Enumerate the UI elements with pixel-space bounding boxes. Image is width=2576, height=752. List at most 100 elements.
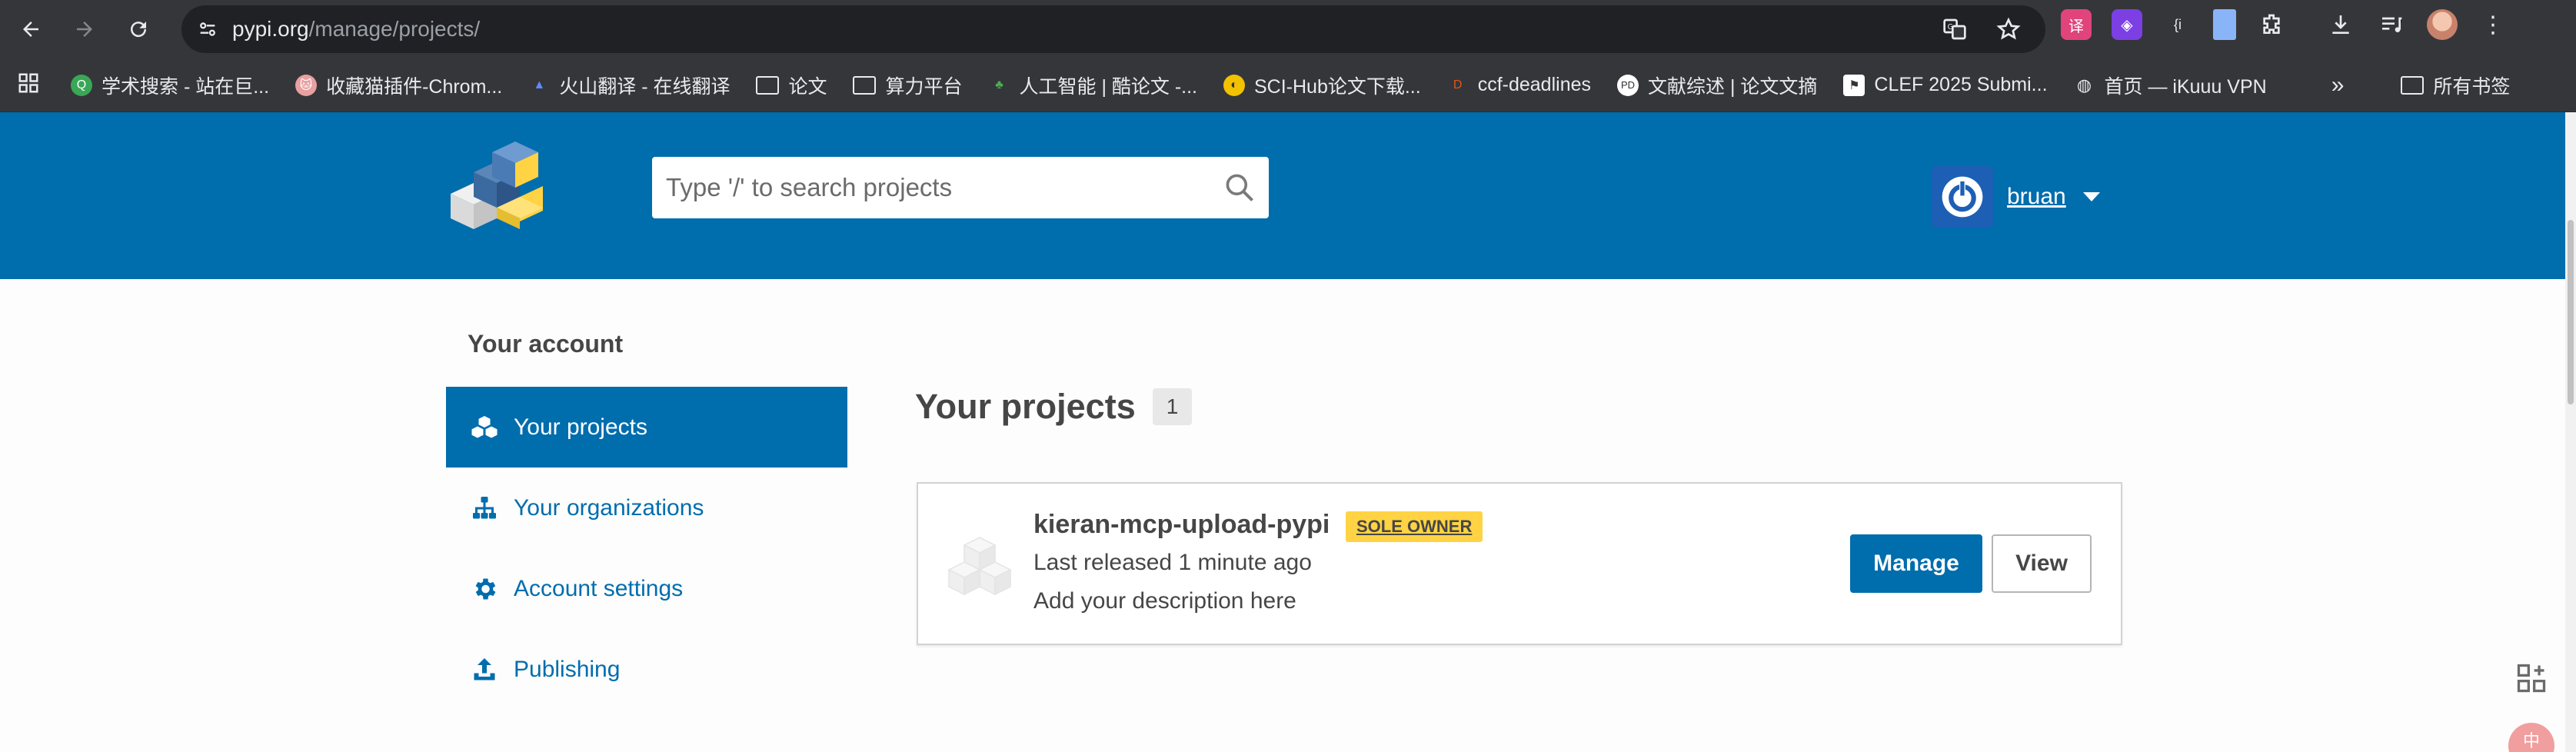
bookmark-item[interactable]: ◍ 首页 — iKuuu VPN: [2074, 72, 2267, 99]
bookmark-label: ccf-deadlines: [1477, 74, 1592, 95]
forward-button[interactable]: [65, 9, 105, 49]
bookmark-item[interactable]: ◐ SCI-Hub论文下载...: [1223, 72, 1421, 99]
apps-grid-icon[interactable]: [17, 72, 40, 98]
project-description: Add your description here: [1033, 588, 1296, 614]
search-input[interactable]: [652, 173, 1190, 202]
sidebar-title: Your account: [468, 330, 624, 358]
page-heading: Your projects 1: [915, 387, 1193, 427]
svg-text:G: G: [1948, 23, 1953, 32]
page-title: Your projects: [915, 387, 1136, 426]
gear-icon: [475, 578, 496, 599]
browser-toolbar: pypi.org/manage/projects/ G 译 ◈ {i ⋮: [0, 0, 2576, 58]
translator-extension-icon[interactable]: 译: [2061, 9, 2092, 40]
grid-add-icon[interactable]: [2514, 661, 2548, 695]
download-icon[interactable]: [2325, 9, 2356, 40]
sidebar-item-your-organizations[interactable]: Your organizations: [446, 468, 847, 548]
power-avatar-icon: [1942, 176, 1983, 218]
bookmark-item[interactable]: ⚑ CLEF 2025 Submi...: [1843, 74, 2048, 96]
address-bar[interactable]: pypi.org/manage/projects/ G: [181, 5, 2045, 53]
pd-icon: PD: [1617, 74, 1639, 96]
sidebar-item-label: Your projects: [514, 414, 647, 440]
all-bookmarks-label: 所有书签: [2433, 75, 2511, 98]
scrollbar-thumb[interactable]: [2568, 220, 2574, 404]
search-icon[interactable]: [1223, 171, 1256, 205]
user-menu-button[interactable]: bruan: [1932, 166, 2100, 228]
bookmark-item[interactable]: ▲ 火山翻译 - 在线翻译: [528, 72, 730, 99]
cubes-icon: [471, 415, 498, 438]
bookmarks-bar: Q 学术搜索 - 站在巨... 🐱 收藏猫插件-Chrom... ▲ 火山翻译 - 在…: [0, 58, 2576, 112]
all-bookmarks-folder[interactable]: 所有书签: [2401, 72, 2510, 99]
bookmark-label: 论文: [788, 75, 827, 98]
bookmark-label: SCI-Hub论文下载...: [1254, 75, 1421, 98]
folder-icon: [853, 75, 877, 95]
chevron-down-icon: [2082, 192, 2100, 201]
last-released-text: Last released 1 minute ago: [1033, 550, 1312, 575]
tree-icon: ♣: [995, 78, 1003, 92]
kebab-menu-icon[interactable]: ⋮: [2478, 9, 2508, 40]
bookmark-label: 收藏猫插件-Chrom...: [326, 75, 503, 98]
reload-icon: [131, 22, 147, 38]
bookmark-label: 算力平台: [885, 75, 963, 98]
site-header: bruan: [0, 112, 2576, 279]
folder-icon: [756, 75, 780, 95]
bookmark-folder[interactable]: 论文: [756, 72, 827, 99]
arrow-right-icon: [77, 22, 92, 37]
sidebar-item-your-projects[interactable]: Your projects: [446, 387, 847, 468]
search-box: [652, 157, 1269, 218]
extensions-bar: 译 ◈ {i ⋮: [2061, 9, 2508, 40]
media-control-icon[interactable]: [2376, 9, 2407, 40]
doc-extension-icon[interactable]: [2213, 9, 2236, 40]
folder-icon: [2401, 75, 2425, 95]
username-link[interactable]: bruan: [2007, 184, 2066, 210]
sitemap-icon: [473, 496, 496, 518]
sidebar-item-label: Publishing: [514, 656, 621, 682]
bookmark-label: 火山翻译 - 在线翻译: [559, 75, 731, 98]
bookmarks-overflow-button[interactable]: »: [2331, 72, 2345, 98]
chevron-double-right-icon: »: [2331, 72, 2345, 98]
pypi-logo-icon[interactable]: [443, 140, 547, 231]
shield-extension-icon[interactable]: ◈: [2112, 9, 2142, 40]
url-text[interactable]: pypi.org/manage/projects/: [232, 17, 480, 42]
bookmark-item[interactable]: ♣ 人工智能 | 酷论文 -...: [989, 72, 1198, 99]
sole-owner-badge: SOLE OWNER: [1346, 511, 1483, 542]
bookmark-star-icon[interactable]: [1993, 14, 2024, 45]
avatar: [1932, 166, 1993, 228]
language-assistant-button[interactable]: 中: [2508, 723, 2554, 752]
flag-icon: ⚑: [1843, 74, 1865, 96]
package-cubes-icon: [947, 537, 1012, 596]
profile-avatar-icon[interactable]: [2427, 9, 2458, 40]
translate-icon[interactable]: G: [1939, 14, 1970, 45]
puzzle-extensions-icon[interactable]: [2256, 9, 2287, 40]
project-name[interactable]: kieran-mcp-upload-pypi: [1033, 510, 1330, 540]
page-scrollbar[interactable]: [2565, 112, 2576, 752]
site-settings-icon[interactable]: [192, 14, 223, 45]
sidebar-item-label: Your organizations: [514, 494, 704, 521]
arrow-left-icon: [23, 22, 38, 37]
cat-icon: 🐱: [295, 74, 318, 96]
sidebar-item-account-settings[interactable]: Account settings: [446, 548, 847, 629]
bookmark-item[interactable]: PD 文献综述 | 论文文摘: [1617, 72, 1817, 99]
sidebar-item-label: Account settings: [514, 575, 684, 601]
bookmark-item[interactable]: Q 学术搜索 - 站在巨...: [71, 72, 269, 99]
reload-button[interactable]: [118, 9, 158, 49]
back-button[interactable]: [11, 9, 51, 49]
ccf-icon: D: [1453, 78, 1463, 92]
view-button[interactable]: View: [1992, 534, 2092, 593]
bookmark-label: 人工智能 | 酷论文 -...: [1019, 75, 1198, 98]
project-count-badge: 1: [1152, 388, 1193, 425]
account-sidebar: Your projects Your organizations Account…: [446, 387, 847, 710]
language-badge-text: 中: [2522, 731, 2540, 750]
sidebar-item-publishing[interactable]: Publishing: [446, 629, 847, 710]
globe-icon: ◍: [2076, 75, 2092, 95]
bookmark-folder[interactable]: 算力平台: [853, 72, 963, 99]
bookmark-item[interactable]: Dccf-deadlines: [1447, 74, 1591, 96]
manage-button[interactable]: Manage: [1850, 534, 1982, 593]
json-extension-icon[interactable]: {i: [2162, 9, 2193, 40]
url-path: /manage/projects/: [308, 17, 481, 41]
bookmark-item[interactable]: 🐱 收藏猫插件-Chrom...: [295, 72, 502, 99]
bookmark-label: 首页 — iKuuu VPN: [2104, 75, 2267, 98]
project-card: kieran-mcp-upload-pypi SOLE OWNER Last r…: [917, 482, 2122, 645]
bookmark-label: 学术搜索 - 站在巨...: [102, 75, 270, 98]
upload-icon: [474, 657, 495, 680]
scholar-icon: Q: [71, 74, 92, 96]
